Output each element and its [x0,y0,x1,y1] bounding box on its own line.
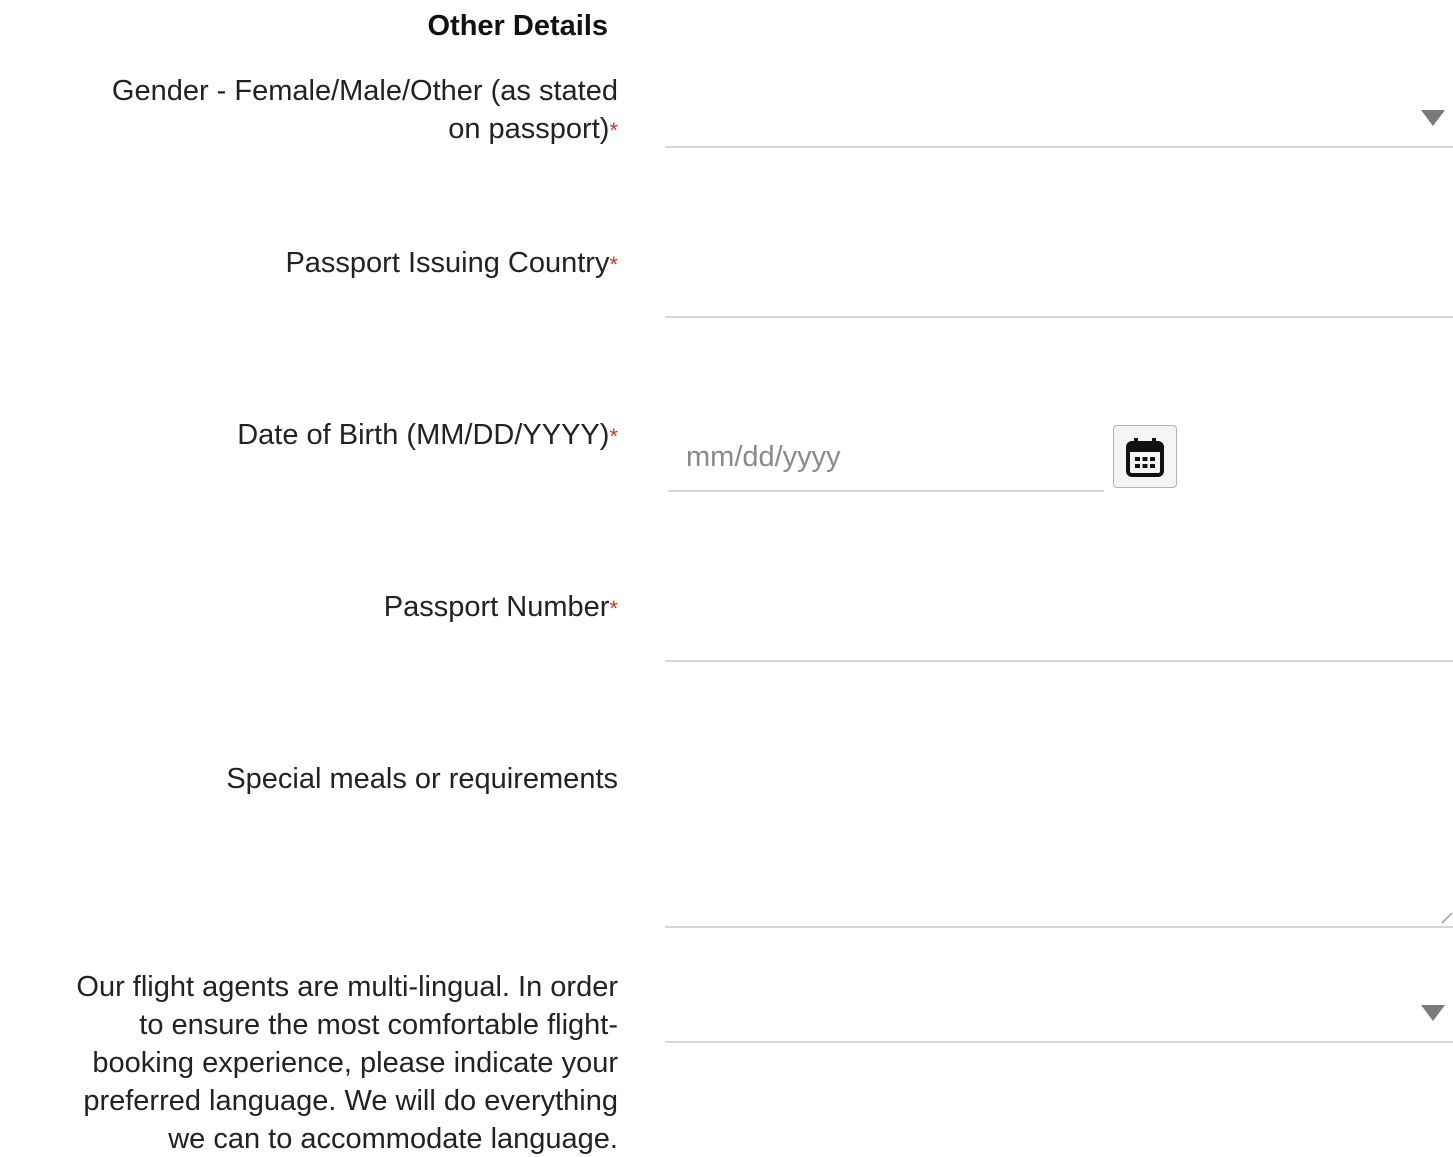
gender-select[interactable] [665,88,1453,148]
dob-input[interactable]: mm/dd/yyyy [668,430,1104,492]
passport-country-label-text: Passport Issuing Country [285,247,610,279]
calendar-button[interactable] [1113,425,1177,488]
passport-country-label: Passport Issuing Country* [0,244,618,282]
required-marker: * [609,424,618,449]
language-label-line: booking experience, please indicate your [92,1047,618,1079]
calendar-icon [1126,437,1164,477]
dob-label: Date of Birth (MM/DD/YYYY)* [0,416,618,454]
special-meals-label: Special meals or requirements [0,760,618,798]
section-title: Other Details [427,10,609,42]
passport-country-input[interactable] [665,258,1453,318]
required-marker: * [609,252,618,277]
dob-label-text: Date of Birth (MM/DD/YYYY) [237,419,610,451]
language-label-line: preferred language. We will do everythin… [83,1085,618,1117]
passport-number-input[interactable] [665,602,1453,662]
required-marker: * [609,118,618,143]
dob-placeholder: mm/dd/yyyy [686,441,841,473]
chevron-down-icon [1421,1005,1445,1021]
gender-label-line1: Gender - Female/Male/Other (as stated [111,75,618,107]
language-label-line: we can to accommodate language. [168,1123,618,1155]
required-marker: * [609,596,618,621]
chevron-down-icon [1421,110,1445,126]
passport-number-label: Passport Number* [0,588,618,626]
special-meals-label-text: Special meals or requirements [226,763,618,795]
language-select[interactable] [665,983,1453,1043]
gender-label: Gender - Female/Male/Other (as stated on… [0,72,618,148]
resize-grip-icon[interactable] [1441,912,1453,924]
other-details-form: Other Details Gender - Female/Male/Other… [0,0,1453,1157]
special-meals-textarea[interactable] [665,760,1453,928]
language-label: Our flight agents are multi-lingual. In … [0,968,618,1157]
passport-number-label-text: Passport Number [383,591,610,623]
language-label-line: to ensure the most comfortable flight- [139,1009,618,1041]
gender-label-line2: on passport) [448,113,610,145]
language-label-line: Our flight agents are multi-lingual. In … [76,971,618,1003]
